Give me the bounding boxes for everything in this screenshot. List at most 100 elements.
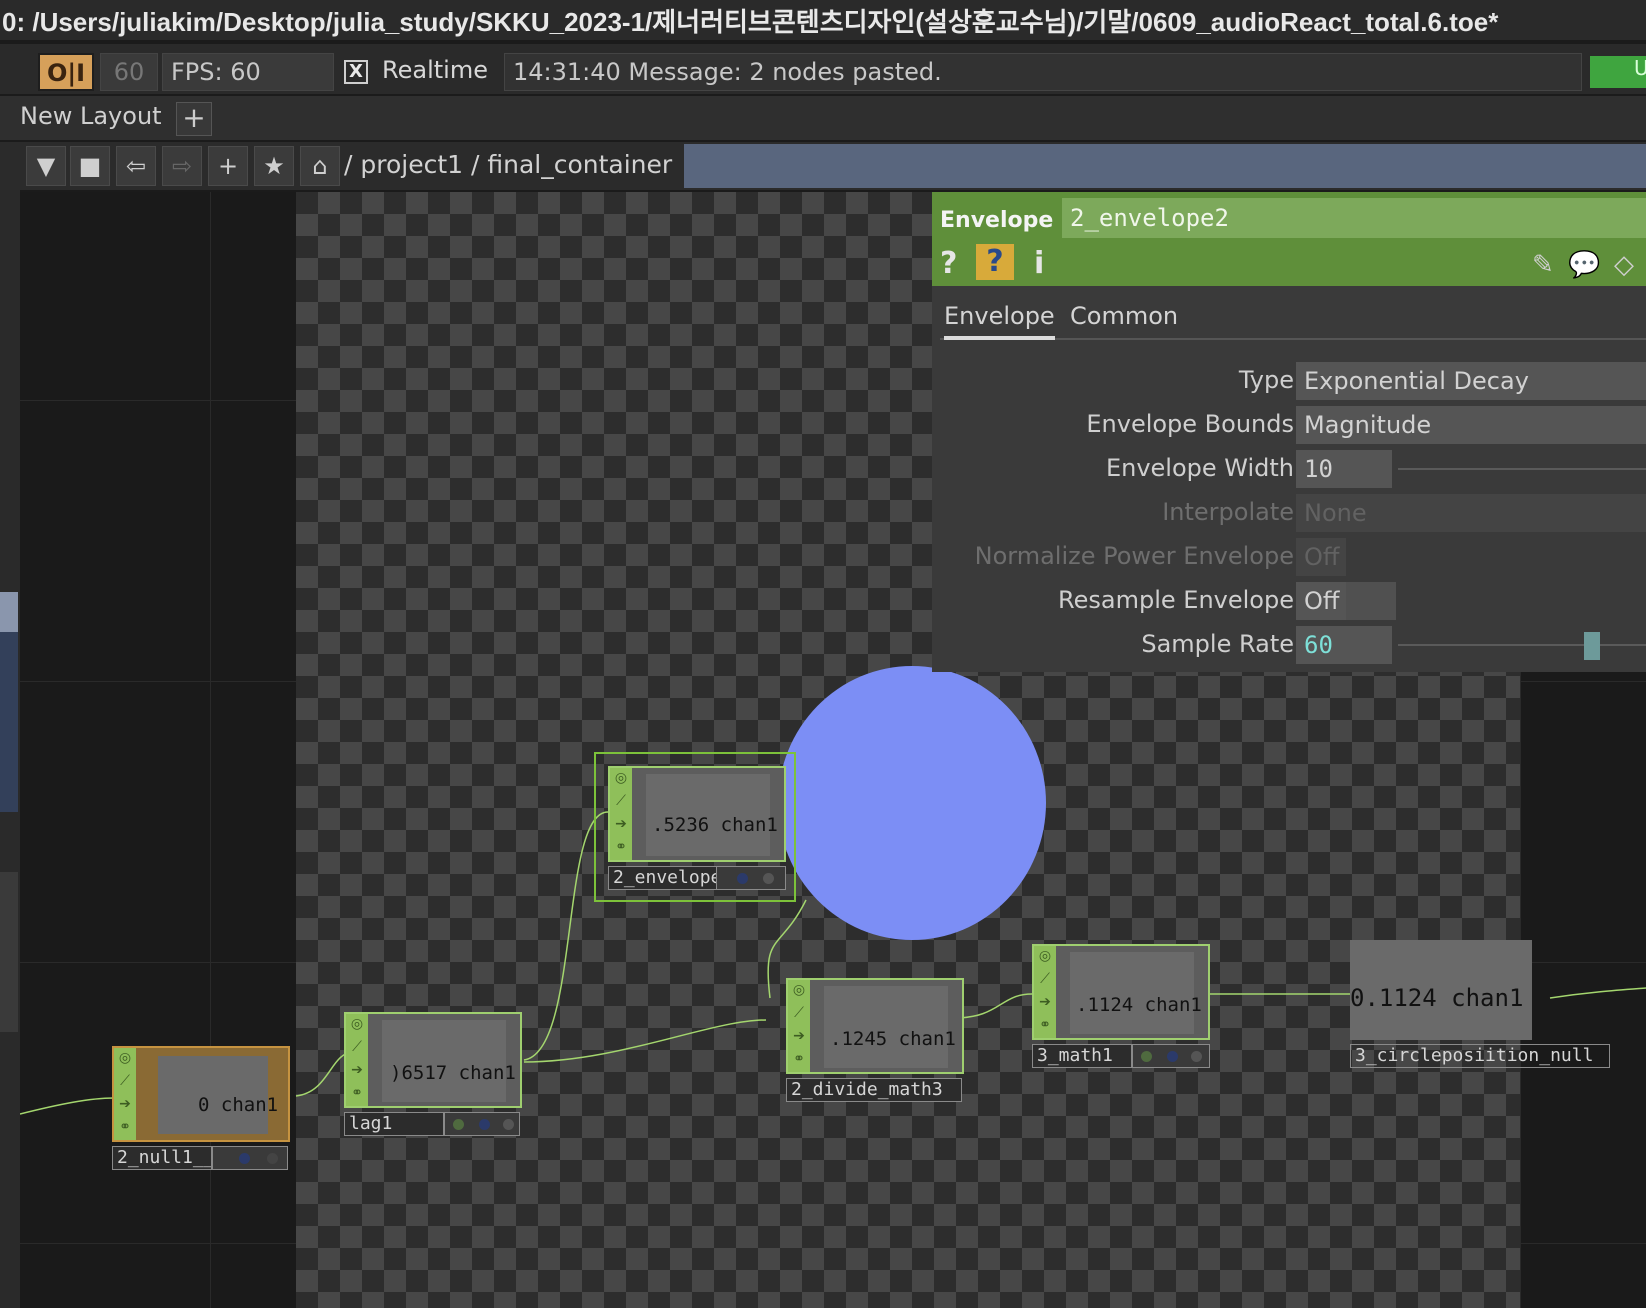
edit-pencil-icon[interactable]: ✎	[1532, 250, 1554, 280]
node-body[interactable]: ◎ ⟋ ➔ ⚭ )6517 chan1	[344, 1012, 522, 1108]
node-name[interactable]: 3_math1	[1032, 1044, 1132, 1068]
home-icon[interactable]: ⌂	[300, 146, 340, 186]
type-menu[interactable]: Exponential Decay	[1296, 362, 1646, 400]
node-flags[interactable]	[444, 1112, 520, 1136]
viewer-flag-icon[interactable]	[503, 1119, 514, 1130]
realtime-checkbox[interactable]: X	[344, 60, 368, 84]
node-lag[interactable]: ◎ ⟋ ➔ ⚭ )6517 chan1 lag1	[344, 1012, 524, 1136]
node-name[interactable]: lag1	[344, 1112, 444, 1136]
bypass-flag-icon[interactable]	[453, 1119, 464, 1130]
node-name[interactable]: 2_envelope2	[608, 866, 718, 890]
node-math-divide[interactable]: ◎ ⟋ ➔ ⚭ .1245 chan1 2_divide_math3	[786, 978, 966, 1102]
viewer-flag-icon[interactable]	[267, 1153, 278, 1164]
envelope-bounds-menu[interactable]: Magnitude	[1296, 406, 1646, 444]
resample-toggle-switch[interactable]	[1346, 582, 1396, 620]
forward-arrow-icon[interactable]: ⇨	[162, 146, 202, 186]
layout-tab[interactable]: New Layout	[20, 102, 162, 130]
viewer-flag-icon[interactable]	[1191, 1051, 1202, 1062]
bookmark-star-icon[interactable]: ★	[254, 146, 294, 186]
wire	[523, 1019, 767, 1063]
help-icon[interactable]: ?	[940, 246, 957, 281]
strip-scroll-handle[interactable]	[0, 592, 18, 632]
node-flags[interactable]	[716, 866, 786, 890]
add-layout-button[interactable]: +	[176, 102, 212, 136]
wire	[20, 1097, 115, 1115]
param-row-type: Type Exponential Decay	[932, 362, 1646, 402]
network-nav-bar: ▼ ■ ⇦ ⇨ + ★ ⌂ / project1 / final_contain…	[0, 142, 1646, 190]
display-flag-icon[interactable]	[479, 1119, 490, 1130]
node-value: 0.1124 chan1	[1350, 984, 1524, 1012]
viewer-flag-icon[interactable]	[763, 873, 774, 884]
display-flag-icon[interactable]	[239, 1153, 250, 1164]
param-label: Interpolate	[1162, 498, 1294, 526]
left-pane-strip	[0, 142, 20, 1308]
info-icon[interactable]: i	[1034, 246, 1044, 281]
node-viewer	[824, 986, 948, 1068]
node-body[interactable]: ◎ ⟋ ➔ ⚭ .5236 chan1	[608, 766, 786, 862]
node-null[interactable]: ◎⟋➔⚭ 0 chan1 2_null1__hub	[112, 1046, 292, 1170]
path-bar-fill	[684, 144, 1646, 188]
node-flags[interactable]	[212, 1146, 288, 1170]
top-toolbar: O|I 60 FPS: 60 X Realtime 14:31:40 Messa…	[0, 44, 1646, 94]
param-row-interpolate: Interpolate None	[932, 494, 1646, 534]
interpolate-menu[interactable]: None	[1296, 494, 1646, 532]
breadcrumb[interactable]: / project1 / final_container	[344, 144, 672, 188]
param-label: Type	[1238, 366, 1294, 394]
node-flags[interactable]	[1132, 1044, 1210, 1068]
strip-segment	[0, 872, 18, 1032]
display-flag-icon[interactable]	[737, 873, 748, 884]
dropdown-icon[interactable]: ▼	[26, 146, 66, 186]
param-label: Envelope Bounds	[1086, 410, 1294, 438]
node-flag-strip: ◎ ⟋ ➔ ⚭	[114, 1048, 136, 1140]
normalize-toggle[interactable]: Off	[1296, 538, 1346, 576]
param-label: Envelope Width	[1105, 454, 1294, 482]
node-math[interactable]: ◎ ⟋ ➔ ⚭ .1124 chan1 3_math1	[1032, 944, 1214, 1068]
node-body[interactable]: ◎ ⟋ ➔ ⚭ .1245 chan1	[786, 978, 964, 1074]
sample-rate-field[interactable]: 60	[1296, 626, 1392, 664]
operator-type-label: Envelope	[940, 208, 1054, 233]
add-operator-icon[interactable]: +	[208, 146, 248, 186]
node-value: .5236 chan1	[652, 814, 778, 836]
param-row-bounds: Envelope Bounds Magnitude	[932, 406, 1646, 446]
fps-target-field[interactable]: 60	[100, 53, 158, 91]
node-body[interactable]: 0.1124 chan1	[1350, 940, 1532, 1040]
back-arrow-icon[interactable]: ⇦	[116, 146, 156, 186]
envelope-width-slider[interactable]	[1398, 468, 1646, 470]
oi-toggle-button[interactable]: O|I	[38, 53, 94, 91]
param-row-width: Envelope Width 10	[932, 450, 1646, 490]
node-value: )6517 chan1	[390, 1062, 516, 1084]
comment-icon[interactable]: 💬	[1568, 250, 1600, 280]
node-null-output[interactable]: 0.1124 chan1 3_circleposiition_null	[1350, 940, 1620, 1068]
envelope-width-field[interactable]: 10	[1296, 450, 1392, 488]
python-help-icon[interactable]: ?	[976, 244, 1014, 280]
pin-icon[interactable]: ◇	[1614, 250, 1634, 280]
node-body[interactable]: ◎ ⟋ ➔ ⚭ .1124 chan1	[1032, 944, 1210, 1040]
bypass-flag-icon[interactable]	[1141, 1051, 1152, 1062]
node-name[interactable]: 2_null1__hub	[112, 1146, 212, 1170]
param-label: Sample Rate	[1141, 630, 1294, 658]
perform-mode-button[interactable]: U	[1590, 56, 1646, 88]
node-flag-strip: ◎ ⟋ ➔ ⚭	[346, 1014, 368, 1106]
panel-header: Envelope 2_envelope2 ? ? i ✎ 💬 ◇	[932, 192, 1646, 286]
stop-icon[interactable]: ■	[70, 146, 110, 186]
node-envelope[interactable]: ◎⟋➔⚭ .5236 chan1 2_envelope2	[594, 752, 796, 902]
window-title: 0: /Users/juliakim/Desktop/julia_study/S…	[0, 0, 1646, 40]
resample-toggle[interactable]: Off	[1296, 582, 1346, 620]
node-name[interactable]: 2_divide_math3	[786, 1078, 962, 1102]
sample-rate-slider-handle[interactable]	[1584, 632, 1600, 660]
sample-rate-slider[interactable]	[1398, 644, 1646, 646]
node-flag-strip: ◎ ⟋ ➔ ⚭	[788, 980, 810, 1072]
layout-bar: New Layout +	[0, 96, 1646, 140]
node-name[interactable]: 3_circleposiition_null	[1350, 1044, 1610, 1068]
node-value: .1124 chan1	[1076, 994, 1202, 1016]
param-row-resample: Resample Envelope Off	[932, 582, 1646, 622]
node-flag-strip: ◎ ⟋ ➔ ⚭	[610, 768, 632, 860]
realtime-label: Realtime	[382, 56, 488, 84]
node-body[interactable]: ◎ ⟋ ➔ ⚭ 0 chan1	[112, 1046, 290, 1142]
parameter-panel: Envelope 2_envelope2 ? ? i ✎ 💬 ◇ Envelop…	[932, 192, 1646, 672]
node-value: 0 chan1	[198, 1094, 279, 1116]
tab-common[interactable]: Common	[1070, 302, 1178, 330]
display-flag-icon[interactable]	[1167, 1051, 1178, 1062]
operator-name-field[interactable]: 2_envelope2	[1062, 198, 1646, 238]
tab-envelope[interactable]: Envelope	[944, 302, 1055, 340]
